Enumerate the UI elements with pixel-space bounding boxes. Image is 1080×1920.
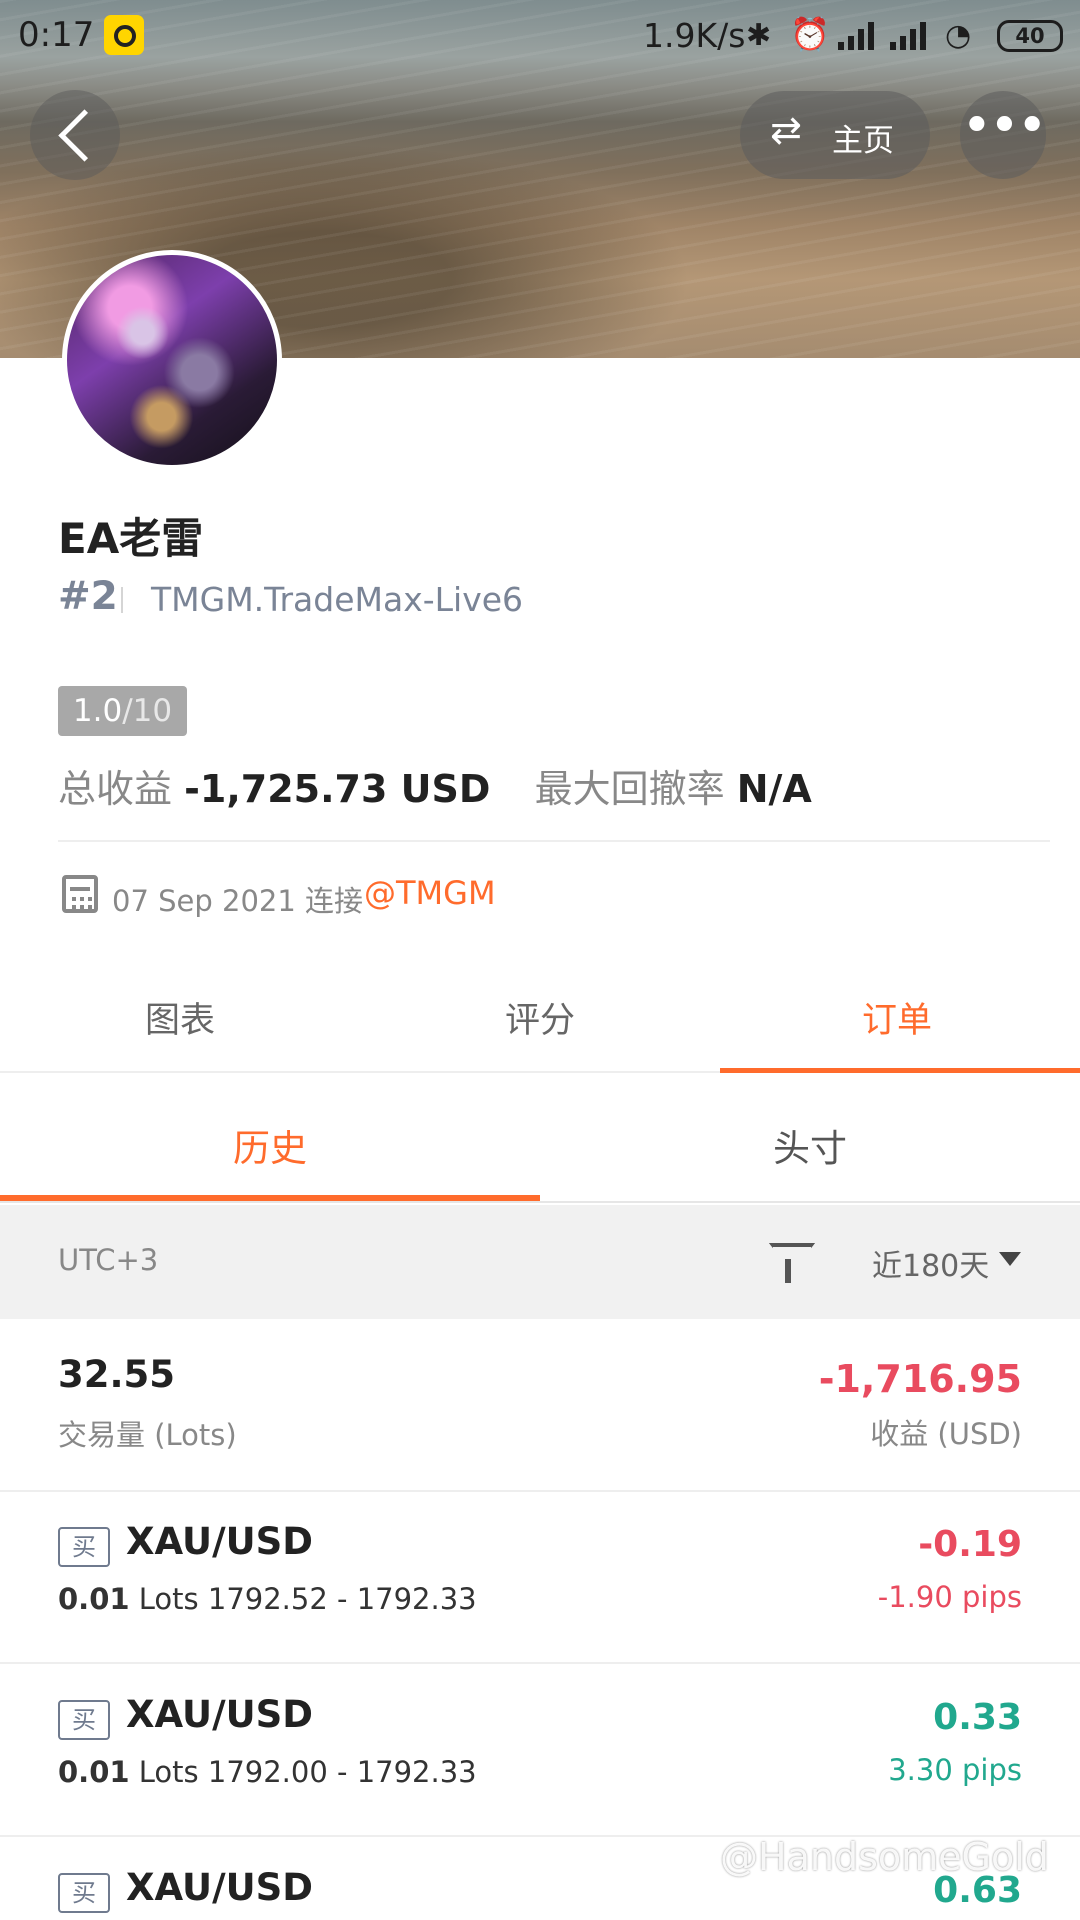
order-lots-unit: Lots: [138, 1582, 199, 1616]
order-lots: 0.01: [58, 1755, 130, 1789]
server-name: TMGM.TradeMax-Live6: [151, 580, 524, 619]
order-prices: 1792.00 - 1792.33: [207, 1755, 477, 1789]
dropdown-caret-icon[interactable]: [999, 1252, 1021, 1266]
connected-label: 连接: [305, 884, 364, 918]
score-badge: 1.0/10: [58, 686, 187, 736]
tab-chart[interactable]: 图表: [145, 992, 215, 1043]
rank-divider: [121, 587, 123, 613]
status-time: 0:17: [18, 15, 95, 55]
score-total: /10: [122, 693, 173, 729]
summary-lots-label: 交易量 (Lots): [58, 1418, 237, 1452]
swap-icon: ⇄: [770, 108, 802, 152]
cell-signal-icon: [838, 20, 876, 50]
order-lots-unit: Lots: [138, 1755, 199, 1789]
status-bar: 0:17 1.9K/s ✱ ⏰ ◔ 40: [0, 0, 1080, 72]
history-summary: 32.55 交易量 (Lots) -1,716.95 收益 (USD): [0, 1319, 1080, 1492]
total-profit-label: 总收益: [58, 767, 173, 811]
home-button[interactable]: ⇄ 主页: [740, 91, 930, 179]
connection-info: 07 Sep 2021 连接: [112, 878, 363, 920]
section-divider: [58, 840, 1050, 842]
order-pips: 3.30 pips: [888, 1753, 1022, 1787]
order-prices: 1792.52 - 1792.33: [207, 1582, 477, 1616]
order-pips: -1.90 pips: [877, 1580, 1022, 1614]
buy-badge: 买: [58, 1527, 110, 1567]
tab-orders[interactable]: 订单: [862, 992, 932, 1043]
order-profit: -0.19: [918, 1524, 1022, 1565]
more-button[interactable]: •••: [960, 91, 1048, 179]
active-tab-indicator: [720, 1068, 1080, 1073]
order-details: 0.01 Lots 1792.00 - 1792.33: [58, 1755, 477, 1789]
subtabs-divider: [0, 1201, 1080, 1203]
subtab-history[interactable]: 历史: [233, 1118, 307, 1172]
filter-bar: UTC+3 近180天: [0, 1205, 1080, 1319]
order-row[interactable]: 买 XAU/USD 0.01 Lots 1792.00 - 1792.33 0.…: [0, 1665, 1080, 1837]
buy-badge: 买: [58, 1700, 110, 1740]
order-subtabs: 历史 头寸: [0, 1076, 1080, 1203]
main-tabs: 图表 评分 订单: [0, 955, 1080, 1073]
summary-profit-label: 收益 (USD): [870, 1417, 1022, 1451]
alarm-icon: ⏰: [790, 15, 830, 53]
wifi-icon: ◔: [945, 18, 972, 53]
avatar[interactable]: [62, 250, 282, 470]
calendar-icon: [62, 875, 98, 913]
summary-profit: -1,716.95: [818, 1357, 1022, 1401]
profile-metrics: 总收益 -1,725.73 USD 最大回撤率 N/A: [58, 758, 812, 813]
total-profit-value: -1,725.73 USD: [184, 767, 491, 811]
order-profit: 0.33: [933, 1697, 1022, 1738]
notification-badge-icon: [104, 15, 144, 55]
order-symbol: XAU/USD: [126, 1520, 313, 1563]
cell-signal-icon: [890, 20, 928, 50]
period-selector[interactable]: 近180天: [872, 1241, 989, 1285]
order-symbol: XAU/USD: [126, 1866, 313, 1909]
home-button-label: 主页: [832, 123, 894, 159]
filter-icon[interactable]: [768, 1241, 812, 1283]
network-speed: 1.9K/s: [643, 16, 746, 55]
order-symbol: XAU/USD: [126, 1693, 313, 1736]
timezone-label: UTC+3: [58, 1243, 159, 1277]
back-button[interactable]: [30, 90, 120, 180]
connected-date: 07 Sep 2021: [112, 884, 296, 918]
order-details: 0.01 Lots 1792.52 - 1792.33: [58, 1582, 477, 1616]
buy-badge: 买: [58, 1873, 110, 1913]
broker-link[interactable]: @TMGM: [364, 874, 496, 912]
order-row[interactable]: 买 XAU/USD 0.01 Lots 1792.52 - 1792.33 -0…: [0, 1492, 1080, 1664]
watermark: @HandsomeGold: [720, 1835, 1049, 1879]
profile-rank: #2: [58, 574, 118, 619]
score-value: 1.0: [72, 693, 123, 729]
order-lots: 0.01: [58, 1582, 130, 1616]
subtab-positions[interactable]: 头寸: [773, 1118, 847, 1172]
max-drawdown-label: 最大回撤率: [534, 767, 725, 811]
summary-lots: 32.55: [58, 1353, 176, 1396]
tab-rating[interactable]: 评分: [505, 992, 575, 1043]
battery-level: 40: [997, 20, 1063, 52]
max-drawdown-value: N/A: [736, 767, 812, 811]
bluetooth-icon: ✱: [746, 18, 772, 53]
profile-name: EA老雷: [58, 514, 204, 563]
